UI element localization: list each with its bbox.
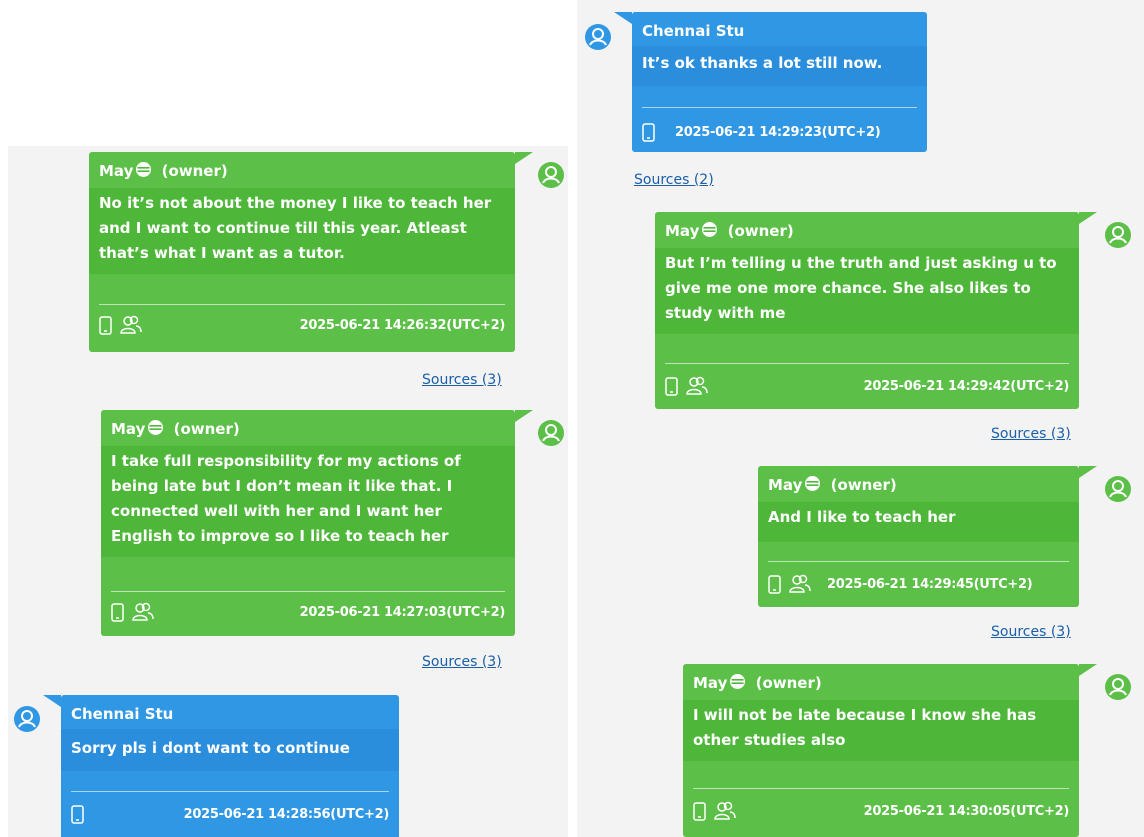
face-emoji-icon [701,221,718,243]
message-bubble-owner: May (owner) No it’s not about the money … [89,152,533,352]
message-text: No it’s not about the money I like to te… [89,188,515,274]
person-avatar-icon [542,424,560,442]
sender-role: (owner) [727,222,794,240]
person-avatar-icon [589,28,607,46]
phone-icon [71,804,84,824]
message-timestamp: 2025-06-21 14:29:23(UTC+2) [675,124,881,140]
sources-link[interactable]: Sources (2) [634,172,714,188]
message-footer: 2025-06-21 14:27:03(UTC+2) [111,598,505,626]
face-emoji-icon [804,475,821,497]
sender-role: (owner) [173,420,240,438]
message-footer: 2025-06-21 14:29:42(UTC+2) [665,372,1069,400]
message-header: May (owner) [683,664,1079,700]
message-bubble-contact: Chennai Stu Sorry pls i dont want to con… [43,695,399,837]
phone-icon [693,801,706,821]
sender-name: May [99,162,134,180]
sender-name: Chennai Stu [642,22,745,40]
message-bubble-contact: Chennai Stu It’s ok thanks a lot still n… [614,12,927,152]
phone-icon [99,315,112,335]
message-timestamp: 2025-06-21 14:29:45(UTC+2) [827,576,1033,592]
footer-divider [99,304,505,305]
message-header: Chennai Stu [632,12,927,46]
group-icon [789,574,811,594]
group-icon [714,801,736,821]
sender-name: May [111,420,146,438]
message-bubble-owner: May (owner) I take full responsibility f… [101,410,533,636]
sources-link[interactable]: Sources (3) [422,654,502,670]
message-timestamp: 2025-06-21 14:28:56(UTC+2) [183,806,390,822]
face-emoji-icon [147,419,164,441]
message-text: It’s ok thanks a lot still now. [632,46,927,86]
message-header: May (owner) [655,212,1079,248]
message-bubble-owner: May (owner) And I like to teach her 2025… [758,466,1097,607]
group-icon [132,602,154,622]
sender-name: May [693,674,728,692]
message-header: May (owner) [758,466,1079,502]
person-avatar-icon [1109,480,1127,498]
sender-role: (owner) [755,674,822,692]
message-header: May (owner) [89,152,515,188]
message-timestamp: 2025-06-21 14:29:42(UTC+2) [863,378,1070,394]
footer-divider [111,591,505,592]
message-footer: 2025-06-21 14:29:23(UTC+2) [642,118,917,146]
message-header: Chennai Stu [61,695,399,729]
person-avatar-icon [18,710,36,728]
message-text: But I’m telling u the truth and just ask… [655,248,1079,334]
sender-role: (owner) [161,162,228,180]
message-footer: 2025-06-21 14:28:56(UTC+2) [71,800,389,828]
footer-divider [642,107,917,108]
message-bubble-owner: May (owner) I will not be late because I… [683,664,1097,837]
footer-divider [693,788,1069,789]
sender-name: May [665,222,700,240]
owner-avatar[interactable] [1105,222,1131,248]
chat-panel-left: May (owner) No it’s not about the money … [8,146,568,837]
group-icon [120,315,142,335]
message-timestamp: 2025-06-21 14:27:03(UTC+2) [299,604,506,620]
message-timestamp: 2025-06-21 14:30:05(UTC+2) [863,803,1070,819]
owner-avatar[interactable] [1105,674,1131,700]
sender-role: (owner) [830,476,897,494]
face-emoji-icon [729,673,746,695]
phone-icon [768,574,781,594]
owner-avatar[interactable] [538,162,564,188]
message-footer: 2025-06-21 14:26:32(UTC+2) [99,311,505,339]
message-timestamp: 2025-06-21 14:26:32(UTC+2) [299,317,506,333]
message-header: May (owner) [101,410,515,446]
message-bubble-owner: May (owner) But I’m telling u the truth … [655,212,1097,409]
message-text: And I like to teach her [758,502,1079,542]
footer-divider [665,363,1069,364]
owner-avatar[interactable] [538,420,564,446]
message-footer: 2025-06-21 14:29:45(UTC+2) [768,570,1069,598]
footer-divider [768,561,1069,562]
contact-avatar[interactable] [14,706,40,732]
sources-link[interactable]: Sources (3) [422,372,502,388]
contact-avatar[interactable] [585,24,611,50]
message-text: Sorry pls i dont want to continue [61,729,399,771]
sources-link[interactable]: Sources (3) [991,426,1071,442]
phone-icon [642,122,655,142]
person-avatar-icon [542,166,560,184]
phone-icon [111,602,124,622]
phone-icon [665,376,678,396]
chat-panel-right: Chennai Stu It’s ok thanks a lot still n… [577,0,1144,837]
message-text: I take full responsibility for my action… [101,446,515,557]
message-text: I will not be late because I know she ha… [683,700,1079,761]
sender-name: May [768,476,803,494]
group-icon [686,376,708,396]
sources-link[interactable]: Sources (3) [991,624,1071,640]
person-avatar-icon [1109,678,1127,696]
footer-divider [71,791,389,792]
message-footer: 2025-06-21 14:30:05(UTC+2) [693,797,1069,825]
owner-avatar[interactable] [1105,476,1131,502]
face-emoji-icon [135,161,152,183]
sender-name: Chennai Stu [71,705,174,723]
person-avatar-icon [1109,226,1127,244]
